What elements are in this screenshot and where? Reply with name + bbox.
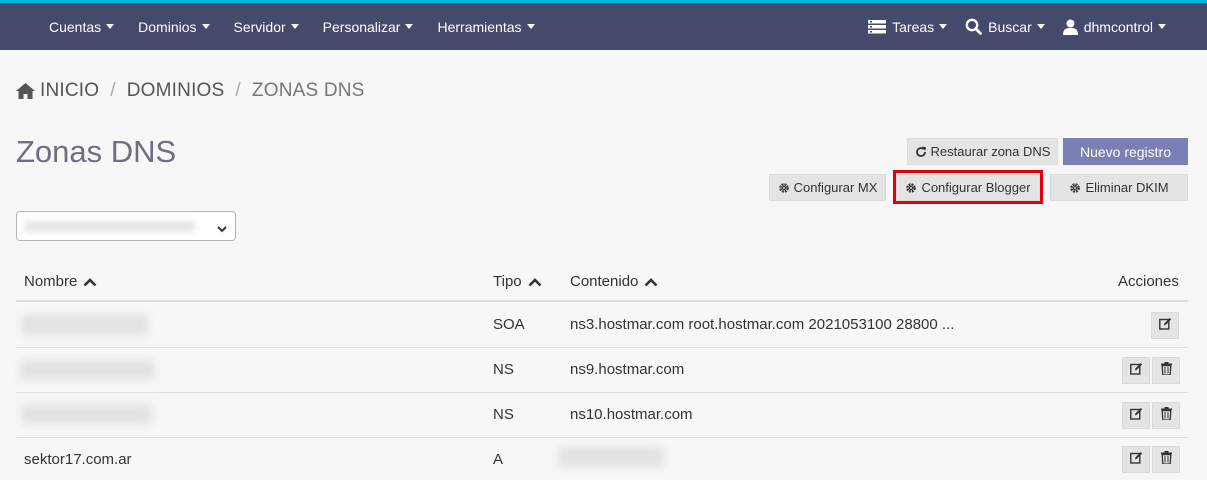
column-header-actions: Acciones xyxy=(1118,273,1179,290)
edit-icon xyxy=(1129,407,1143,424)
sort-up-icon xyxy=(528,277,542,287)
page-title: Zonas DNS xyxy=(16,134,177,169)
caret-down-icon xyxy=(201,24,210,29)
breadcrumb: INICIO / DOMINIOS / ZONAS DNS xyxy=(16,80,365,102)
column-header-type[interactable]: Tipo xyxy=(493,273,542,290)
new-record-button[interactable]: Nuevo registro xyxy=(1063,138,1188,165)
breadcrumb-separator: / xyxy=(110,80,116,101)
tasks-icon xyxy=(868,19,887,34)
domain-select[interactable] xyxy=(16,211,236,241)
gear-icon xyxy=(1069,182,1081,194)
trash-icon xyxy=(1160,362,1172,379)
edit-icon xyxy=(1129,451,1143,468)
delete-dkim-button[interactable]: Eliminar DKIM xyxy=(1050,174,1188,201)
table-row: NS ns9.hostmar.com xyxy=(16,348,1188,393)
restore-dns-zone-button[interactable]: Restaurar zona DNS xyxy=(907,138,1058,165)
breadcrumb-home[interactable]: INICIO xyxy=(16,80,99,102)
edit-icon xyxy=(1158,317,1172,334)
edit-button[interactable] xyxy=(1122,446,1150,473)
delete-button[interactable] xyxy=(1152,446,1180,473)
table-row: SOA ns3.hostmar.com root.hostmar.com 202… xyxy=(16,303,1188,348)
redacted-name xyxy=(22,315,148,335)
nav-buscar[interactable]: Buscar xyxy=(965,18,1045,35)
breadcrumb-current: ZONAS DNS xyxy=(251,80,365,101)
caret-down-icon xyxy=(405,24,414,29)
caret-down-icon xyxy=(1158,24,1166,29)
record-type: A xyxy=(493,451,504,468)
record-type: NS xyxy=(493,361,514,378)
caret-down-icon xyxy=(939,24,948,29)
column-header-content[interactable]: Contenido xyxy=(570,273,658,290)
nav-servidor[interactable]: Servidor xyxy=(234,19,299,35)
nav-user[interactable]: dhmcontrol xyxy=(1062,19,1166,35)
table-row: sektor17.com.ar A xyxy=(16,438,1188,480)
nav-personalizar[interactable]: Personalizar xyxy=(323,19,414,35)
nav-tareas[interactable]: Tareas xyxy=(868,19,948,35)
nav-herramientas[interactable]: Herramientas xyxy=(437,19,535,35)
delete-button[interactable] xyxy=(1152,402,1180,429)
caret-down-icon xyxy=(526,24,535,29)
caret-down-icon xyxy=(106,24,115,29)
nav-dominios[interactable]: Dominios xyxy=(138,19,210,35)
home-icon xyxy=(16,83,35,99)
table-header: Nombre Tipo Contenido Acciones xyxy=(16,264,1188,302)
redacted-name xyxy=(20,360,154,380)
nav-cuentas[interactable]: Cuentas xyxy=(49,19,115,35)
edit-button[interactable] xyxy=(1122,357,1150,384)
record-content: ns9.hostmar.com xyxy=(570,361,685,378)
nav-menu: Cuentas Dominios Servidor Personalizar H… xyxy=(49,3,559,50)
gear-icon xyxy=(778,182,790,194)
caret-down-icon xyxy=(1036,24,1045,29)
caret-down-icon xyxy=(290,24,299,29)
breadcrumb-separator: / xyxy=(235,80,241,101)
breadcrumb-domains[interactable]: DOMINIOS xyxy=(127,80,225,102)
edit-button[interactable] xyxy=(1151,312,1179,339)
record-content: ns3.hostmar.com root.hostmar.com 2021053… xyxy=(570,316,955,333)
trash-icon xyxy=(1160,451,1172,468)
top-navbar: Cuentas Dominios Servidor Personalizar H… xyxy=(0,3,1207,50)
record-type: SOA xyxy=(493,316,525,333)
trash-icon xyxy=(1160,407,1172,424)
redacted-domain xyxy=(25,221,195,232)
search-icon xyxy=(965,18,983,35)
refresh-icon xyxy=(915,146,927,158)
record-content: ns10.hostmar.com xyxy=(570,406,693,423)
table-row: NS ns10.hostmar.com xyxy=(16,393,1188,438)
delete-button[interactable] xyxy=(1152,357,1180,384)
column-header-name[interactable]: Nombre xyxy=(24,273,97,290)
redacted-name xyxy=(22,404,152,424)
redacted-content xyxy=(558,447,664,467)
edit-icon xyxy=(1129,362,1143,379)
sort-up-icon xyxy=(644,277,658,287)
record-type: NS xyxy=(493,406,514,423)
record-name: sektor17.com.ar xyxy=(24,451,132,468)
sort-up-icon xyxy=(83,277,97,287)
edit-button[interactable] xyxy=(1122,402,1150,429)
nav-right-menu: Tareas Buscar dhmcontrol xyxy=(850,3,1166,50)
chevron-down-icon xyxy=(217,221,227,239)
highlight-box xyxy=(893,170,1043,204)
user-icon xyxy=(1062,19,1078,35)
configure-mx-button[interactable]: Configurar MX xyxy=(769,174,886,201)
